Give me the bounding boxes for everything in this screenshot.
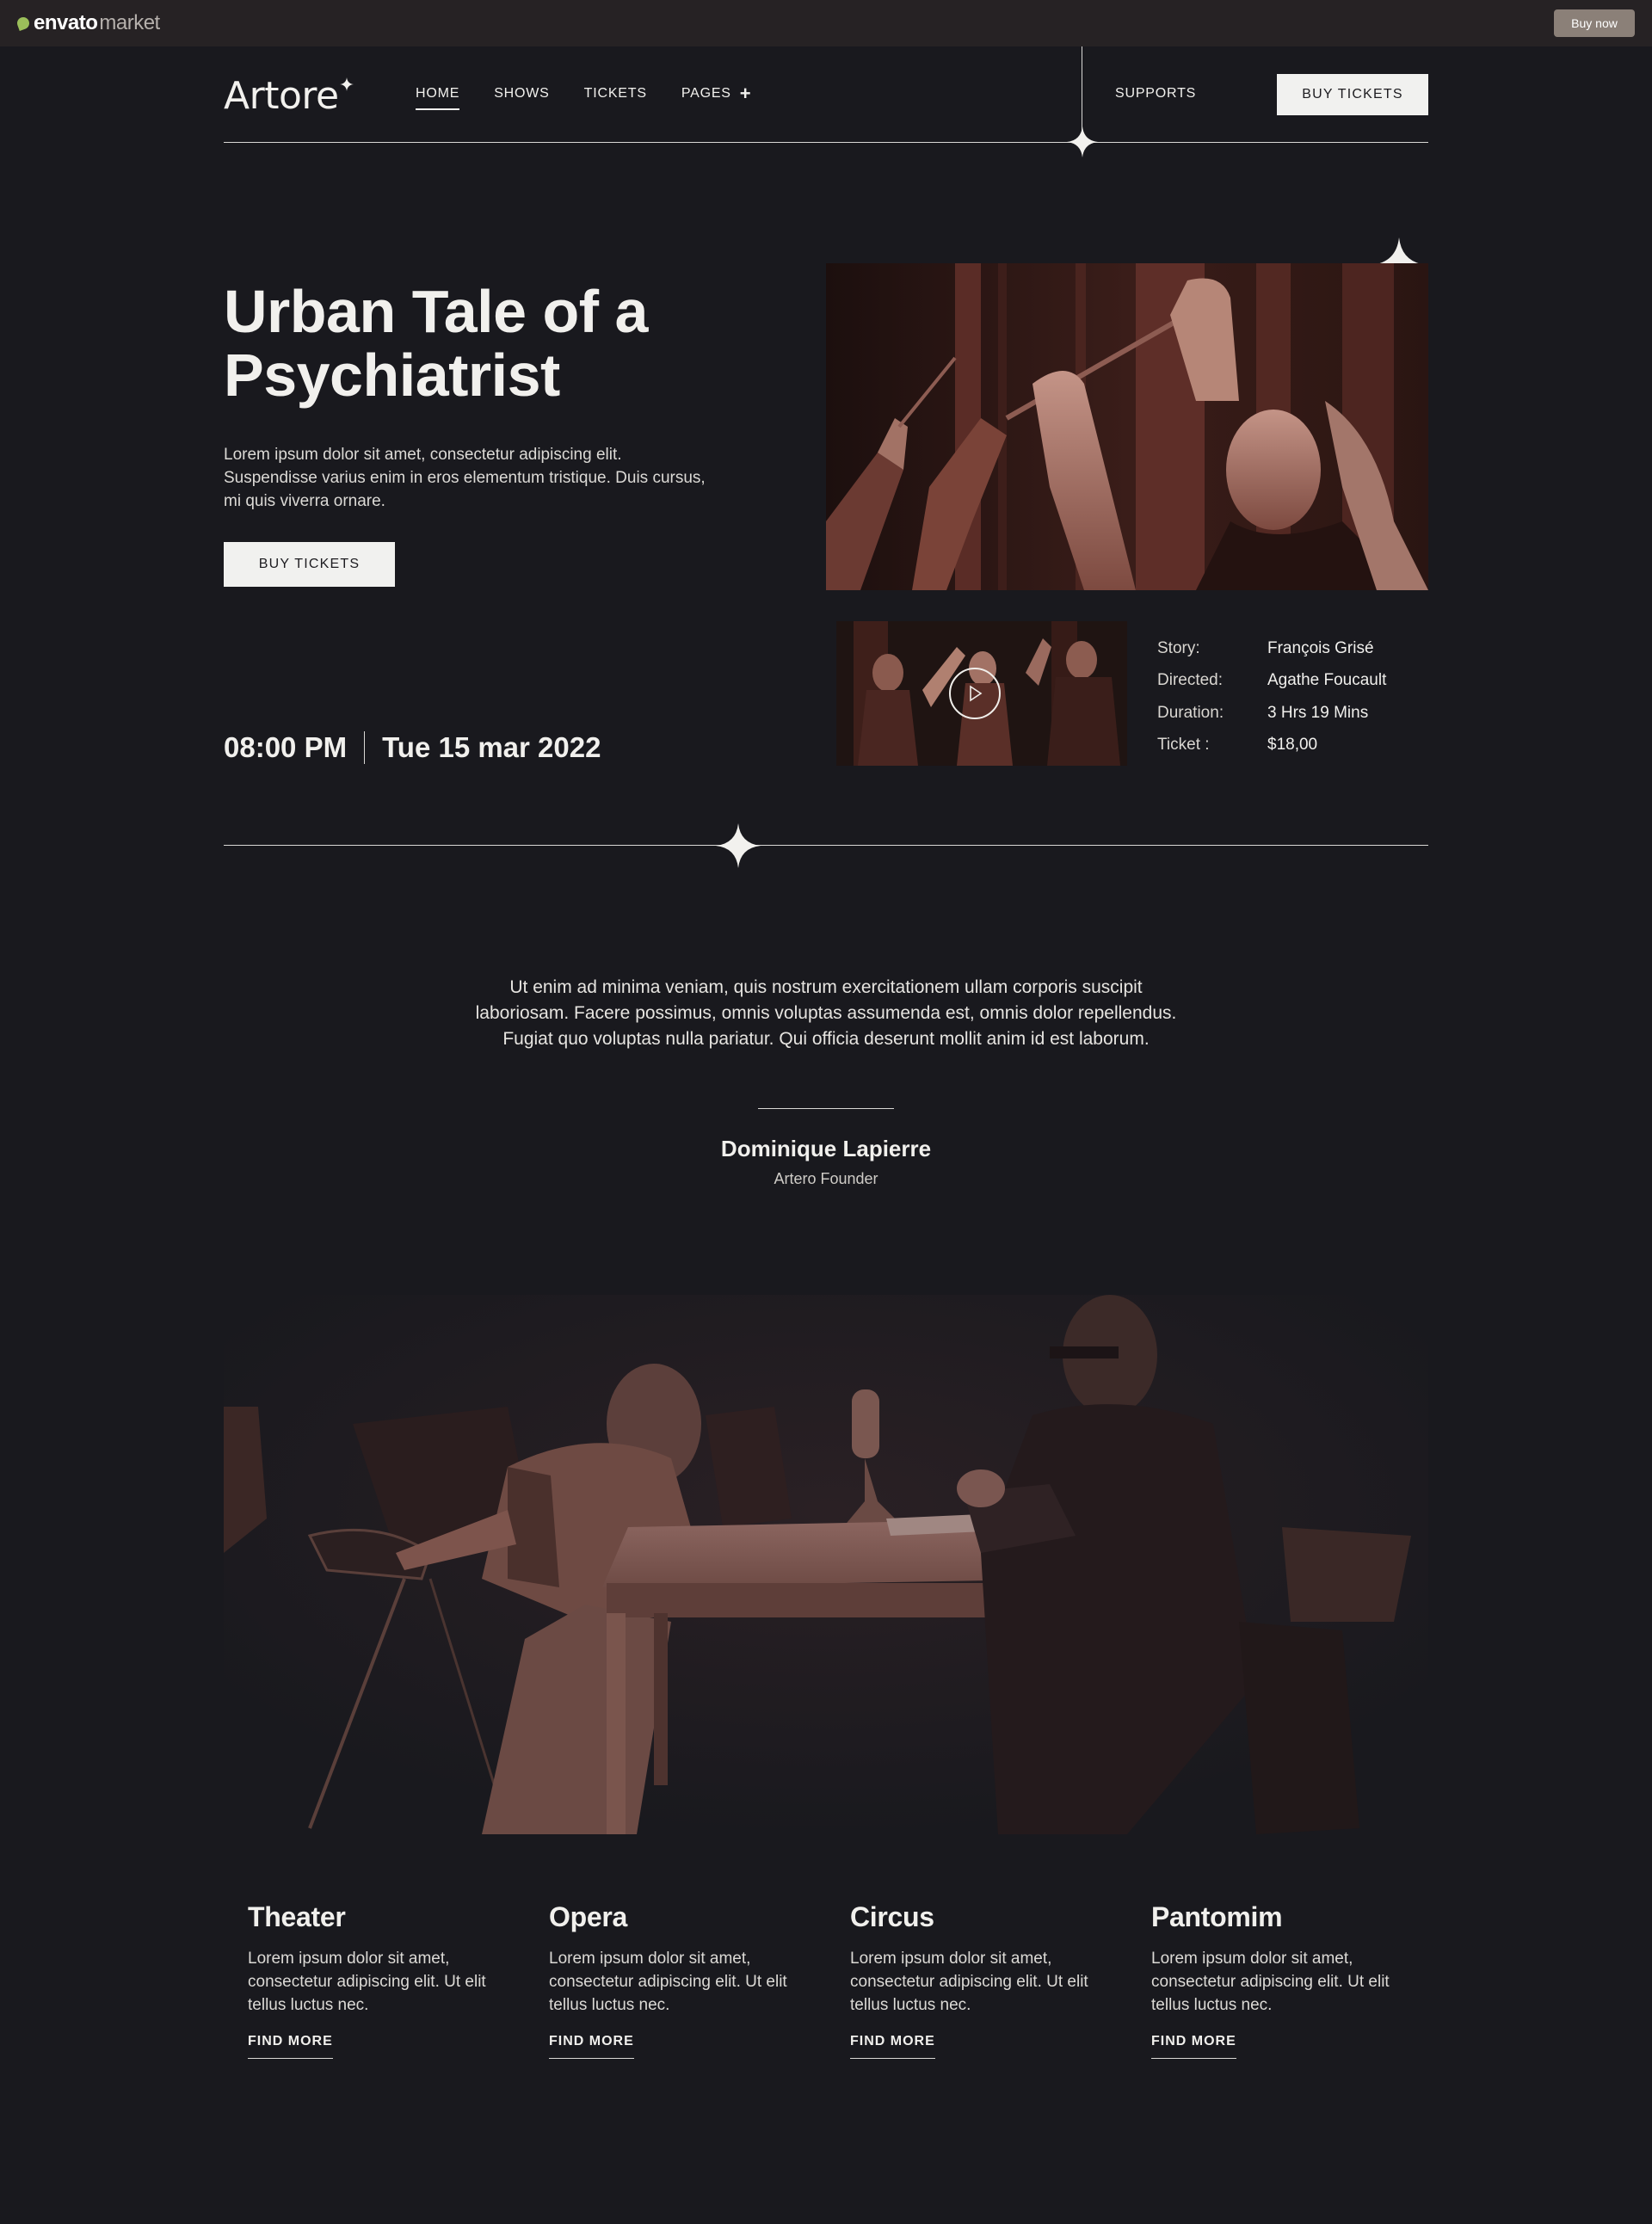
category-description: Lorem ipsum dolor sit amet, consectetur … — [1151, 1950, 1390, 2014]
hero-photo-performer-with-ropes — [826, 263, 1428, 590]
site-header: Artore HOME SHOWS TICKETS PAGES + SUPPORT… — [224, 46, 1428, 157]
envato-leaf-icon — [15, 15, 31, 31]
header-divider — [224, 142, 1428, 143]
hero-title: Urban Tale of a Psychiatrist — [224, 280, 757, 407]
nav-item-tickets[interactable]: TICKETS — [584, 86, 647, 110]
envato-logo[interactable]: envato market — [15, 11, 160, 35]
info-value: François Grisé — [1267, 638, 1374, 657]
info-row-directed: Directed: Agathe Foucault — [1157, 665, 1386, 698]
info-value: 3 Hrs 19 Mins — [1267, 703, 1369, 722]
hero-title-line1: Urban Tale of a — [224, 278, 648, 345]
info-label: Duration: — [1157, 703, 1224, 722]
info-value: Agathe Foucault — [1267, 671, 1387, 690]
category-description: Lorem ipsum dolor sit amet, consectetur … — [549, 1950, 787, 2014]
nav-label: TICKETS — [583, 86, 647, 101]
info-row-duration: Duration: 3 Hrs 19 Mins — [1157, 697, 1386, 730]
play-icon — [970, 685, 983, 702]
show-time: 08:00 PM — [224, 731, 348, 763]
nav-item-shows[interactable]: SHOWS — [494, 86, 549, 110]
category-title: Circus — [850, 1901, 934, 1932]
category-title: Theater — [248, 1901, 346, 1932]
brand-name: Artore — [224, 74, 339, 118]
plus-icon: + — [739, 83, 752, 104]
nav-label: SHOWS — [494, 86, 550, 101]
find-more-link[interactable]: FIND MORE — [1151, 2034, 1236, 2059]
testimonial-quote: Ut enim ad minima veniam, quis nostrum e… — [475, 977, 1177, 1049]
show-info: Story: François Grisé Directed: Agathe F… — [1157, 632, 1386, 761]
hero-title-line2: Psychiatrist — [224, 342, 560, 409]
info-label: Directed: — [1157, 671, 1224, 690]
main-nav: HOME SHOWS TICKETS PAGES + — [416, 83, 786, 110]
scene-photo-two-actors-at-table — [224, 1295, 1428, 1834]
category-description: Lorem ipsum dolor sit amet, consectetur … — [850, 1950, 1088, 2014]
info-row-ticket: Ticket : $18,00 — [1157, 730, 1386, 762]
nav-item-pages[interactable]: PAGES + — [681, 83, 752, 110]
info-value: $18,00 — [1267, 736, 1318, 755]
info-row-story: Story: François Grisé — [1157, 632, 1386, 665]
find-more-link[interactable]: FIND MORE — [248, 2034, 333, 2059]
hero-buy-tickets-button[interactable]: BUY TICKETS — [224, 542, 395, 587]
find-more-link[interactable]: FIND MORE — [850, 2034, 935, 2059]
section-divider — [224, 845, 1428, 846]
show-date: Tue 15 mar 2022 — [382, 731, 601, 763]
find-more-link[interactable]: FIND MORE — [549, 2034, 634, 2059]
category-opera: Opera Lorem ipsum dolor sit amet, consec… — [549, 1901, 807, 2059]
play-button[interactable] — [949, 668, 1001, 719]
envato-top-bar: envato market Buy now — [0, 0, 1652, 46]
nav-item-home[interactable]: HOME — [416, 86, 460, 110]
category-title: Pantomim — [1151, 1901, 1283, 1932]
header-buy-tickets-button[interactable]: BUY TICKETS — [1277, 74, 1428, 115]
brand-star-icon — [339, 77, 354, 91]
four-point-star-icon — [1067, 126, 1098, 157]
datetime-divider — [364, 731, 366, 764]
quote-author-role: Artero Founder — [774, 1170, 878, 1187]
category-circus: Circus Lorem ipsum dolor sit amet, conse… — [850, 1901, 1108, 2059]
category-theater: Theater Lorem ipsum dolor sit amet, cons… — [248, 1901, 506, 2059]
quote-author: Dominique Lapierre — [720, 1136, 932, 1161]
four-point-star-icon — [716, 823, 761, 868]
buy-now-button[interactable]: Buy now — [1554, 9, 1635, 37]
envato-logo-market: market — [99, 11, 160, 34]
nav-label: HOME — [416, 86, 460, 101]
category-description: Lorem ipsum dolor sit amet, consectetur … — [248, 1950, 486, 2014]
category-pantomim: Pantomim Lorem ipsum dolor sit amet, con… — [1151, 1901, 1409, 2059]
quote-divider — [758, 1108, 894, 1109]
hero-description: Lorem ipsum dolor sit amet, consectetur … — [224, 446, 706, 510]
brand-logo[interactable]: Artore — [224, 74, 354, 118]
category-title: Opera — [549, 1901, 627, 1932]
info-label: Story: — [1157, 638, 1200, 657]
envato-logo-word: envato — [34, 11, 98, 34]
info-label: Ticket : — [1157, 736, 1210, 755]
show-datetime: 08:00 PM Tue 15 mar 2022 — [224, 731, 601, 764]
supports-link[interactable]: SUPPORTS — [1115, 86, 1196, 102]
nav-label: PAGES — [681, 86, 731, 101]
